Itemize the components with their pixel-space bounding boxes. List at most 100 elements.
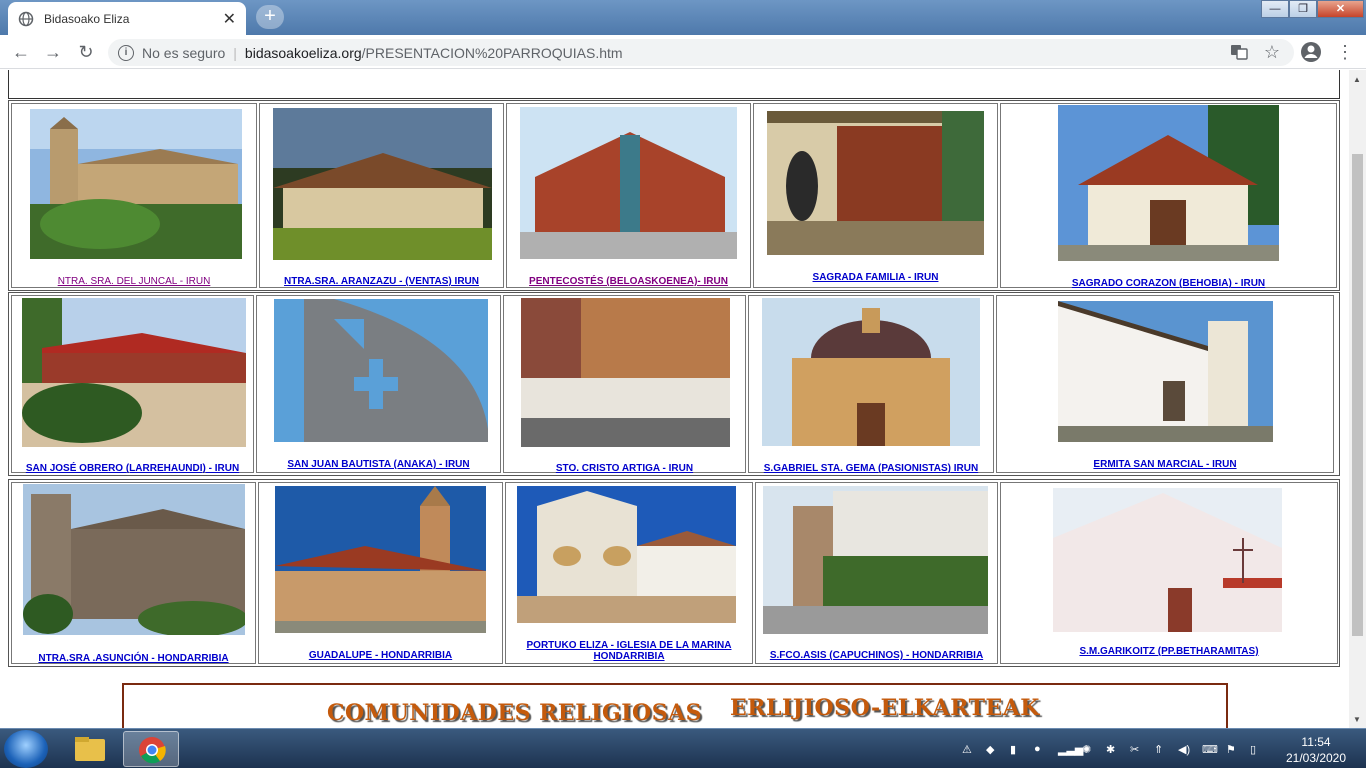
parish-cell[interactable]: PENTECOSTÉS (BELOASKOENEA)- IRUN <box>506 103 751 288</box>
security-label: No es seguro <box>142 44 226 61</box>
close-tab-icon[interactable]: ✕ <box>223 9 236 29</box>
globe-tray-icon[interactable]: ● <box>1034 743 1041 755</box>
separator: | <box>233 44 237 61</box>
update-icon[interactable]: ⇑ <box>1154 743 1163 756</box>
church-photo[interactable] <box>30 109 242 259</box>
signal-icon[interactable]: ▂▃▅ <box>1058 743 1083 756</box>
start-button[interactable] <box>4 730 48 768</box>
church-photo[interactable] <box>520 107 737 259</box>
tab-bar: Bidasoako Eliza ✕ + — ❐ ✕ <box>0 0 1366 35</box>
parish-cell[interactable]: NTRA.SRA .ASUNCIÓN - HONDARRIBIA <box>11 482 256 664</box>
parish-cell[interactable]: NTRA. SRA. DEL JUNCAL - IRUN <box>11 103 257 288</box>
church-photo[interactable] <box>517 486 736 623</box>
parish-link[interactable]: ERMITA SAN MARCIAL - IRUN <box>999 459 1331 470</box>
parish-cell[interactable]: S.FCO.ASIS (CAPUCHINOS) - HONDARRIBIA <box>755 482 998 664</box>
file-explorer-icon[interactable] <box>62 731 118 767</box>
parish-row-1: NTRA. SRA. DEL JUNCAL - IRUN NTRA.SRA. A… <box>8 100 1340 291</box>
parish-row-3: NTRA.SRA .ASUNCIÓN - HONDARRIBIA GUADALU… <box>8 479 1340 667</box>
parish-cell[interactable]: SAGRADA FAMILIA - IRUN <box>753 103 998 288</box>
parish-link[interactable]: S.FCO.ASIS (CAPUCHINOS) - HONDARRIBIA <box>758 650 995 661</box>
parish-cell[interactable]: SAGRADO CORAZON (BEHOBIA) - IRUN <box>1000 103 1337 289</box>
church-photo[interactable] <box>274 299 488 442</box>
parish-cell[interactable]: SAN JUAN BAUTISTA (ANAKA) - IRUN <box>256 295 501 473</box>
church-photo[interactable] <box>1058 105 1279 261</box>
scroll-down-icon[interactable]: ▼ <box>1353 715 1361 724</box>
church-photo[interactable] <box>1053 488 1282 632</box>
church-photo[interactable] <box>273 108 492 260</box>
tools-icon[interactable]: ✂ <box>1130 743 1139 756</box>
parish-link[interactable]: STO. CRISTO ARTIGA - IRUN <box>506 463 743 474</box>
header-table-remnant <box>8 70 1340 99</box>
bookmark-star-icon[interactable]: ☆ <box>1261 41 1283 63</box>
minimize-button[interactable]: — <box>1261 0 1289 18</box>
system-clock[interactable]: 11:54 21/03/2020 <box>1284 734 1348 766</box>
info-icon[interactable]: i <box>118 44 134 61</box>
church-photo[interactable] <box>521 298 730 447</box>
clock-time: 11:54 <box>1301 735 1331 749</box>
parish-link[interactable]: SAGRADA FAMILIA - IRUN <box>756 272 995 283</box>
parish-link[interactable]: SAN JOSÉ OBRERO (LARREHAUNDI) - IRUN <box>14 463 251 474</box>
church-photo[interactable] <box>767 111 984 255</box>
parish-cell[interactable]: ERMITA SAN MARCIAL - IRUN <box>996 295 1334 473</box>
new-tab-button[interactable]: + <box>256 5 284 29</box>
parish-cell[interactable]: S.M.GARIKOITZ (PP.BETHARAMITAS) <box>1000 482 1338 664</box>
parish-link[interactable]: SAGRADO CORAZON (BEHOBIA) - IRUN <box>1003 278 1334 289</box>
menu-icon[interactable]: ⋮ <box>1334 41 1356 63</box>
church-photo[interactable] <box>763 486 988 634</box>
vertical-scrollbar[interactable]: ▲ ▼ <box>1349 70 1366 728</box>
parish-link[interactable]: PORTUKO ELIZA - IGLESIA DE LA MARINA HON… <box>508 640 750 662</box>
url-host: bidasoakoeliza.org <box>244 44 362 61</box>
clock-date: 21/03/2020 <box>1285 751 1347 765</box>
parish-link[interactable]: S.M.GARIKOITZ (PP.BETHARAMITAS) <box>1003 646 1335 657</box>
church-photo[interactable] <box>275 486 486 633</box>
address-bar[interactable]: i No es seguro | bidasoakoeliza.org/PRES… <box>108 39 1294 66</box>
close-window-button[interactable]: ✕ <box>1317 0 1364 18</box>
parish-link[interactable]: GUADALUPE - HONDARRIBIA <box>261 650 500 661</box>
parish-link[interactable]: NTRA.SRA. ARANZAZU - (VENTAS) IRUN <box>262 276 501 287</box>
parish-cell[interactable]: STO. CRISTO ARTIGA - IRUN <box>503 295 746 474</box>
translate-icon[interactable] <box>1228 41 1250 63</box>
flag-icon[interactable]: ⚑ <box>1226 743 1236 756</box>
volume-icon[interactable]: ◀) <box>1178 743 1190 756</box>
forward-icon[interactable]: → <box>41 40 65 64</box>
keyboard-icon[interactable]: ⌨ <box>1202 743 1218 756</box>
url-text: bidasoakoeliza.org/PRESENTACION%20PARROQ… <box>245 45 623 61</box>
window-controls: — ❐ ✕ <box>1261 0 1364 18</box>
parish-link[interactable]: S.GABRIEL STA. GEMA (PASIONISTAS) IRUN <box>751 463 991 474</box>
parish-cell[interactable]: GUADALUPE - HONDARRIBIA <box>258 482 503 664</box>
battery-icon[interactable]: ▯ <box>1250 743 1256 756</box>
parish-link[interactable]: NTRA.SRA .ASUNCIÓN - HONDARRIBIA <box>14 653 253 664</box>
scrollbar-thumb[interactable] <box>1352 154 1363 636</box>
profile-avatar-icon[interactable] <box>1300 41 1322 63</box>
parish-link[interactable]: PENTECOSTÉS (BELOASKOENEA)- IRUN <box>509 276 748 287</box>
browser-toolbar: ← → ↻ i No es seguro | bidasoakoeliza.or… <box>0 35 1366 69</box>
back-icon[interactable]: ← <box>9 40 33 64</box>
bluetooth-icon[interactable]: ✱ <box>1106 743 1115 756</box>
church-photo[interactable] <box>762 298 980 446</box>
parish-row-2: SAN JOSÉ OBRERO (LARREHAUNDI) - IRUN SAN… <box>8 292 1340 476</box>
usb-icon[interactable]: ▮ <box>1010 743 1016 756</box>
maximize-button[interactable]: ❐ <box>1289 0 1317 18</box>
church-photo[interactable] <box>22 298 246 447</box>
reload-icon[interactable]: ↻ <box>74 40 98 64</box>
tab-title: Bidasoako Eliza <box>44 11 130 26</box>
network-alert-icon[interactable]: ⚠ <box>962 743 972 756</box>
app-tray-icon[interactable]: ✺ <box>1082 743 1091 756</box>
banner-text-basque: ERLIJIOSO-ELKARTEAK <box>730 695 1040 721</box>
communities-banner: COMUNIDADES RELIGIOSAS ERLIJIOSO-ELKARTE… <box>122 683 1228 728</box>
taskbar: ⚠ ◆ ▮ ● ▂▃▅ ✺ ✱ ✂ ⇑ ◀) ⌨ ⚑ ▯ 11:54 21/03… <box>0 728 1366 768</box>
banner-text-spanish: COMUNIDADES RELIGIOSAS <box>327 700 703 726</box>
church-photo[interactable] <box>23 484 245 635</box>
parish-link[interactable]: SAN JUAN BAUTISTA (ANAKA) - IRUN <box>259 459 498 470</box>
security-shield-icon[interactable]: ◆ <box>986 743 994 756</box>
church-photo[interactable] <box>1058 301 1273 442</box>
parish-cell[interactable]: NTRA.SRA. ARANZAZU - (VENTAS) IRUN <box>259 103 504 288</box>
parish-cell[interactable]: SAN JOSÉ OBRERO (LARREHAUNDI) - IRUN <box>11 295 254 474</box>
scroll-up-icon[interactable]: ▲ <box>1353 75 1361 84</box>
browser-tab[interactable]: Bidasoako Eliza ✕ <box>8 2 246 35</box>
parish-cell[interactable]: S.GABRIEL STA. GEMA (PASIONISTAS) IRUN <box>748 295 994 474</box>
chrome-icon[interactable] <box>123 731 179 767</box>
parish-link[interactable]: NTRA. SRA. DEL JUNCAL - IRUN <box>14 276 254 287</box>
globe-icon <box>18 11 34 26</box>
parish-cell[interactable]: PORTUKO ELIZA - IGLESIA DE LA MARINA HON… <box>505 482 753 664</box>
